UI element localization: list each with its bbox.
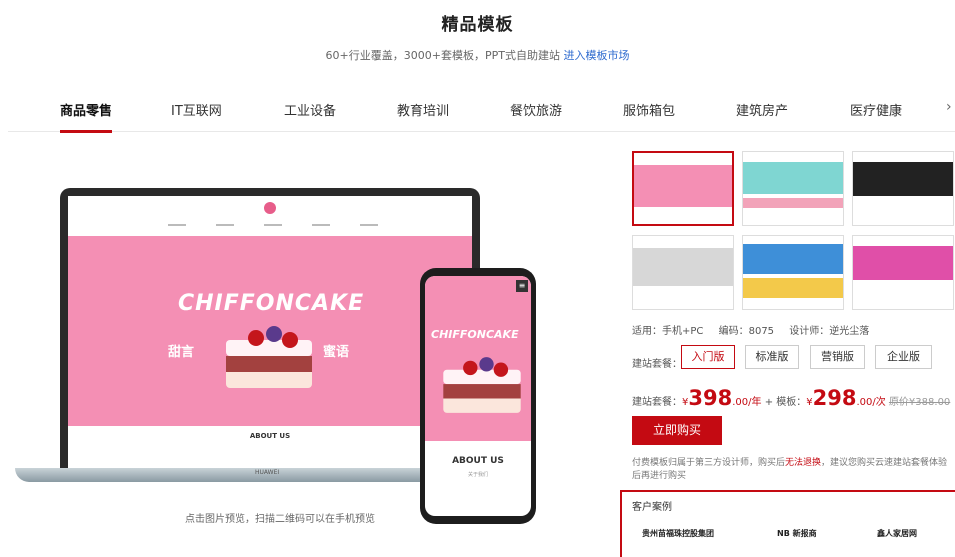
package-label: 建站套餐： (632, 359, 682, 370)
case-logo-3[interactable]: 鑫人家居网 (877, 528, 917, 539)
plus-template-label: + 模板： (764, 397, 807, 408)
phone-screen: ≡ CHIFFONCAKE ABOUT US 关于我们 (425, 276, 531, 516)
site-hero-banner: CHIFFONCAKE 甜言 蜜语 (68, 236, 472, 426)
tab-industrial-equipment[interactable]: 工业设备 (284, 100, 336, 119)
thumbnail-4[interactable] (632, 235, 734, 310)
cake-image (226, 326, 312, 388)
case-logo-1[interactable]: 贵州苗福珠控股集团 (642, 528, 714, 539)
tab-apparel-bags[interactable]: 服饰箱包 (623, 100, 675, 119)
thumbnail-1[interactable] (632, 151, 734, 226)
phone-hero: ≡ CHIFFONCAKE (425, 276, 531, 441)
about-us-heading: ABOUT US (249, 432, 291, 440)
section-title: 精品模板 (441, 15, 514, 35)
designer-info: 设计师：逆光尘落 (789, 326, 870, 337)
adapt-info: 适用：手机+PC (632, 326, 704, 337)
cupcake-logo-icon (264, 202, 276, 214)
case-logo-2[interactable]: NB 新报商 (777, 528, 817, 539)
customer-cases: 客户案例 贵州苗福珠控股集团 NB 新报商 鑫人家居网 (620, 490, 955, 557)
original-price: 原价¥388.00 (888, 397, 951, 408)
subtitle-text: 60+行业覆盖，3000+套模板，PPT式自助建站 (325, 49, 560, 62)
template-info: 适用：手机+PC 编码：8075 设计师：逆光尘落 (632, 322, 881, 337)
thumbnail-6[interactable] (852, 235, 954, 310)
phone-cake-image (443, 357, 521, 413)
package-price-unit: .00/年 (732, 397, 762, 408)
template-price-unit: .00/次 (856, 397, 886, 408)
template-preview[interactable]: CHIFFONCAKE 甜言 蜜语 ABOUT US HUAWEI ≡ CHIF… (15, 148, 555, 528)
tab-healthcare[interactable]: 医疗健康 (850, 100, 902, 119)
package-basic[interactable]: 入门版 (681, 345, 735, 369)
package-standard[interactable]: 标准版 (745, 345, 799, 369)
phone-hero-title: CHIFFONCAKE (431, 328, 519, 341)
thumbnail-5[interactable] (742, 235, 844, 310)
tab-retail[interactable]: 商品零售 (60, 100, 113, 133)
laptop-mockup[interactable]: CHIFFONCAKE 甜言 蜜语 ABOUT US (60, 188, 480, 476)
industry-tabs: 商品零售 IT互联网 工业设备 教育培训 餐饮旅游 服饰箱包 建筑房产 医疗健康… (8, 96, 955, 133)
section-subtitle: 60+行业覆盖，3000+套模板，PPT式自助建站 进入模板市场 (0, 47, 955, 63)
price-line: 建站套餐：¥398.00/年 + 模板：¥298.00/次 原价¥388.00 (632, 386, 950, 410)
package-price: 398 (688, 386, 733, 410)
tab-real-estate[interactable]: 建筑房产 (736, 100, 788, 119)
package-marketing[interactable]: 营销版 (810, 345, 865, 369)
laptop-screen: CHIFFONCAKE 甜言 蜜语 ABOUT US (68, 196, 472, 470)
purchase-note: 付费模板归属于第三方设计师，购买后无法退换，建议您购买云速建站套餐体验后再进行购… (632, 457, 954, 483)
code-info: 编码：8075 (718, 326, 775, 337)
section-header: 精品模板 60+行业覆盖，3000+套模板，PPT式自助建站 进入模板市场 (0, 10, 955, 63)
site-nav-links (168, 224, 378, 226)
price-label: 建站套餐： (632, 397, 682, 408)
buy-now-button[interactable]: 立即购买 (632, 416, 722, 445)
thumbnail-2[interactable] (742, 151, 844, 226)
template-market-link[interactable]: 进入模板市场 (563, 49, 629, 62)
preview-caption: 点击图片预览，扫描二维码可以在手机预览 (185, 514, 375, 525)
hero-slogan-left: 甜言 (168, 345, 195, 360)
laptop-brand: HUAWEI (255, 469, 280, 476)
hero-title: CHIFFONCAKE (178, 291, 365, 316)
hero-slogan-right: 蜜语 (323, 345, 350, 360)
phone-about-sub: 关于我们 (467, 472, 488, 478)
phone-about-heading: ABOUT US (452, 456, 504, 466)
package-enterprise[interactable]: 企业版 (875, 345, 932, 369)
tab-catering-travel[interactable]: 餐饮旅游 (510, 100, 562, 119)
template-price: 298 (812, 386, 857, 410)
phone-mockup[interactable]: ≡ CHIFFONCAKE ABOUT US 关于我们 (420, 268, 536, 524)
site-navbar (68, 196, 472, 236)
note-text-before: 付费模板归属于第三方设计师，购买后 (632, 458, 786, 468)
note-warning: 无法退换 (785, 458, 822, 468)
tabs-next-arrow-icon[interactable]: › (946, 99, 952, 115)
template-thumbnails (632, 151, 954, 317)
tab-it-internet[interactable]: IT互联网 (171, 100, 222, 119)
menu-icon: ≡ (516, 280, 528, 292)
cases-title: 客户案例 (632, 502, 672, 513)
thumbnail-3[interactable] (852, 151, 954, 226)
tab-education[interactable]: 教育培训 (397, 100, 449, 119)
